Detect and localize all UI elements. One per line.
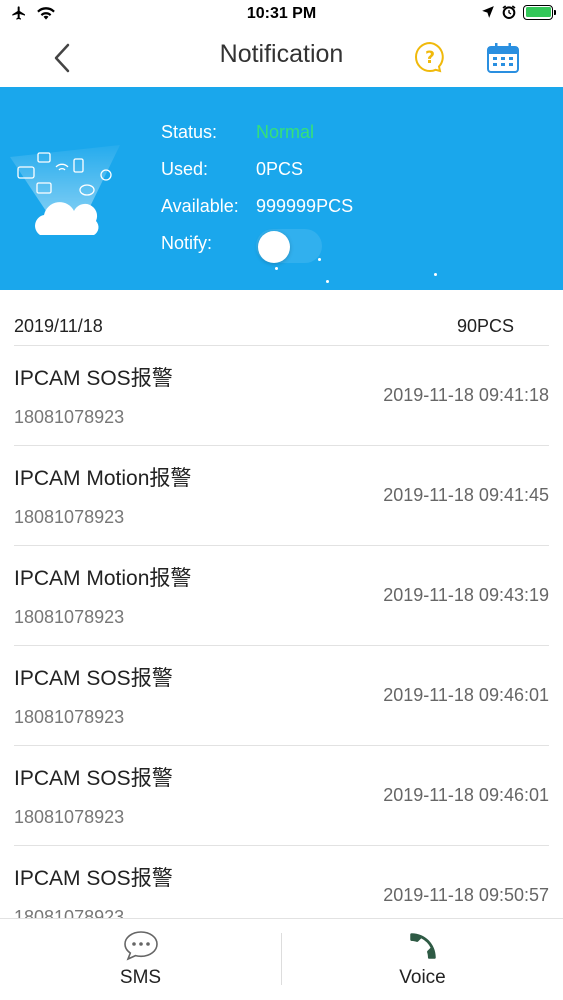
date-group-header: 2019/11/18 90PCS — [14, 290, 549, 346]
notification-list[interactable]: 2019/11/18 90PCS IPCAM SOS报警 18081078923 2… — [0, 290, 563, 918]
nav-bar: Notification ? — [0, 30, 563, 87]
item-time: 2019-11-18 09:43:19 — [383, 585, 549, 605]
item-phone: 18081078923 — [14, 607, 125, 627]
status-time: 10:31 PM — [246, 5, 317, 22]
used-value: 0PCS — [256, 159, 304, 179]
status-bar: 10:31 PM — [0, 0, 563, 30]
item-title: IPCAM SOS报警 — [14, 367, 173, 390]
item-title: IPCAM SOS报警 — [14, 867, 173, 890]
decorative-dot — [326, 280, 329, 283]
available-label: Available: — [161, 196, 239, 216]
battery-fill — [525, 7, 551, 17]
notify-toggle[interactable] — [256, 229, 322, 263]
item-phone: 18081078923 — [14, 507, 125, 527]
status-banner: Status: Normal Used: 0PCS Available: 999… — [0, 87, 563, 290]
item-time: 2019-11-18 09:41:45 — [383, 485, 549, 505]
tab-bar: SMS Voice — [0, 918, 563, 1000]
decorative-dot — [318, 258, 321, 261]
item-time: 2019-11-18 09:50:57 — [383, 885, 549, 905]
list-item[interactable]: IPCAM SOS报警 18081078923 2019-11-18 09:46:0… — [14, 746, 549, 846]
decorative-dot — [275, 267, 278, 270]
location-arrow-icon — [482, 6, 494, 18]
status-bar-right — [481, 4, 556, 20]
group-count: 90PCS — [456, 316, 514, 336]
cloud-illustration-icon — [10, 145, 120, 235]
chat-bubble-icon — [123, 931, 158, 961]
item-title: IPCAM SOS报警 — [14, 667, 173, 690]
battery-icon — [523, 4, 556, 20]
notify-toggle-knob — [258, 231, 290, 263]
item-phone: 18081078923 — [14, 907, 125, 918]
item-time: 2019-11-18 09:46:01 — [383, 785, 549, 805]
item-time: 2019-11-18 09:41:18 — [383, 385, 549, 405]
group-date: 2019/11/18 — [14, 316, 103, 336]
item-title: IPCAM SOS报警 — [14, 767, 173, 790]
phone-icon — [409, 933, 436, 959]
tab-voice[interactable]: Voice — [282, 919, 563, 1000]
status-label: Status: — [161, 122, 218, 142]
calendar-button[interactable] — [486, 42, 520, 74]
status-value: Normal — [256, 122, 315, 142]
item-time: 2019-11-18 09:46:01 — [383, 685, 549, 705]
tab-sms[interactable]: SMS — [0, 919, 281, 1000]
alarm-clock-icon — [502, 5, 516, 19]
help-bubble-icon: ? — [415, 41, 444, 73]
calendar-icon — [487, 43, 519, 73]
item-title: IPCAM Motion报警 — [14, 567, 192, 590]
item-phone: 18081078923 — [14, 707, 125, 727]
help-question-mark: ? — [425, 48, 435, 68]
page-title: Notification — [219, 40, 344, 68]
item-phone: 18081078923 — [14, 407, 125, 427]
used-label: Used: — [161, 159, 209, 179]
item-phone: 18081078923 — [14, 807, 125, 827]
help-button[interactable]: ? — [413, 40, 447, 74]
item-title: IPCAM Motion报警 — [14, 467, 192, 490]
tab-voice-label: Voice — [399, 967, 446, 988]
decorative-dot — [434, 273, 437, 276]
list-item[interactable]: IPCAM SOS报警 18081078923 2019-11-18 09:50:5… — [14, 846, 549, 918]
notify-label: Notify: — [161, 233, 213, 253]
list-item[interactable]: IPCAM Motion报警 18081078923 2019-11-18 09:4… — [14, 546, 549, 646]
tab-sms-label: SMS — [119, 967, 162, 988]
available-value: 999999PCS — [256, 196, 354, 216]
list-item[interactable]: IPCAM SOS报警 18081078923 2019-11-18 09:41:1… — [14, 346, 549, 446]
list-item[interactable]: IPCAM SOS报警 18081078923 2019-11-18 09:46:0… — [14, 646, 549, 746]
list-item[interactable]: IPCAM Motion报警 18081078923 2019-11-18 09:4… — [14, 446, 549, 546]
